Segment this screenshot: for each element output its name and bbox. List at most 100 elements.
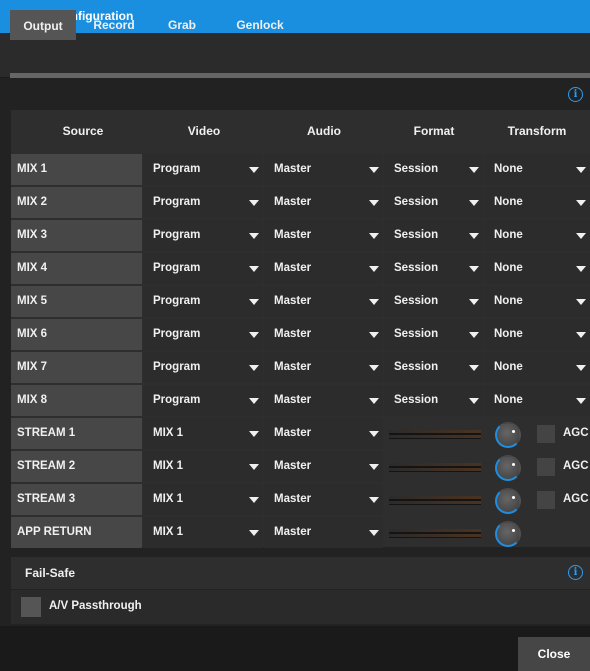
transform-select[interactable]: None	[484, 319, 590, 350]
volume-knob[interactable]	[495, 455, 521, 481]
audio-select[interactable]: Master	[264, 154, 383, 185]
table-row: MIX 6 Program Master Session None	[11, 319, 590, 351]
video-select[interactable]: Program	[143, 352, 263, 383]
agc-label: AGC	[563, 427, 589, 439]
chevron-down-icon	[249, 200, 259, 206]
audio-select[interactable]: Master	[264, 484, 383, 515]
chevron-down-icon	[469, 266, 479, 272]
volume-knob[interactable]	[495, 521, 521, 547]
source-label: MIX 3	[11, 220, 142, 251]
format-select[interactable]: Session	[384, 154, 483, 185]
audio-level-meter	[389, 496, 481, 505]
video-select[interactable]: MIX 1	[143, 517, 263, 548]
source-label: STREAM 1	[11, 418, 142, 449]
format-select[interactable]: Session	[384, 352, 483, 383]
volume-knob[interactable]	[495, 422, 521, 448]
passthrough-label: A/V Passthrough	[49, 600, 142, 612]
column-header-audio: Audio	[307, 124, 341, 138]
transform-select[interactable]: None	[484, 154, 590, 185]
video-select[interactable]: Program	[143, 220, 263, 251]
transform-select[interactable]: None	[484, 187, 590, 218]
audio-select-value: Master	[274, 196, 312, 208]
chevron-down-icon	[249, 167, 259, 173]
audio-select[interactable]: Master	[264, 187, 383, 218]
video-select[interactable]: Program	[143, 154, 263, 185]
format-select-value: Session	[394, 328, 439, 340]
chevron-down-icon	[369, 530, 379, 536]
video-select[interactable]: MIX 1	[143, 484, 263, 515]
video-select-value: Program	[153, 394, 201, 406]
chevron-down-icon	[469, 365, 479, 371]
format-select-value: Session	[394, 229, 439, 241]
format-select-value: Session	[394, 361, 439, 373]
tab-record[interactable]: Record	[88, 13, 140, 37]
chevron-down-icon	[469, 200, 479, 206]
close-button[interactable]: Close	[518, 637, 590, 671]
audio-select-value: Master	[274, 361, 312, 373]
audio-select[interactable]: Master	[264, 220, 383, 251]
video-select-value: MIX 1	[153, 493, 184, 505]
passthrough-row: A/V Passthrough	[11, 590, 590, 624]
chevron-down-icon	[369, 497, 379, 503]
audio-select-value: Master	[274, 262, 312, 274]
volume-knob[interactable]	[495, 488, 521, 514]
transform-select[interactable]: None	[484, 286, 590, 317]
video-select[interactable]: Program	[143, 286, 263, 317]
video-select-value: Program	[153, 328, 201, 340]
passthrough-checkbox[interactable]	[21, 597, 41, 617]
table-row: MIX 5 Program Master Session None	[11, 286, 590, 318]
chevron-down-icon	[469, 167, 479, 173]
tab-output[interactable]: Output	[10, 10, 76, 40]
audio-select[interactable]: Master	[264, 319, 383, 350]
video-select[interactable]: Program	[143, 187, 263, 218]
video-select[interactable]: MIX 1	[143, 418, 263, 449]
audio-select-value: Master	[274, 295, 312, 307]
format-select[interactable]: Session	[384, 187, 483, 218]
audio-select[interactable]: Master	[264, 253, 383, 284]
info-icon[interactable]: i	[568, 87, 583, 102]
format-select-value: Session	[394, 295, 439, 307]
audio-select[interactable]: Master	[264, 286, 383, 317]
failsafe-info-icon[interactable]: i	[568, 565, 583, 580]
audio-select[interactable]: Master	[264, 352, 383, 383]
transform-select[interactable]: None	[484, 385, 590, 416]
transform-select-value: None	[494, 262, 523, 274]
audio-select[interactable]: Master	[264, 385, 383, 416]
video-select[interactable]: Program	[143, 385, 263, 416]
source-label: MIX 5	[11, 286, 142, 317]
format-select[interactable]: Session	[384, 385, 483, 416]
video-select-value: Program	[153, 163, 201, 175]
transform-select[interactable]: None	[484, 220, 590, 251]
agc-checkbox[interactable]	[537, 425, 555, 443]
format-select[interactable]: Session	[384, 319, 483, 350]
video-select-value: MIX 1	[153, 460, 184, 472]
agc-checkbox[interactable]	[537, 491, 555, 509]
chevron-down-icon	[249, 398, 259, 404]
video-select-value: Program	[153, 361, 201, 373]
format-select-value: Session	[394, 196, 439, 208]
meter-bar	[389, 435, 481, 438]
audio-select[interactable]: Master	[264, 418, 383, 449]
video-select[interactable]: MIX 1	[143, 451, 263, 482]
stream-row: STREAM 3 MIX 1 Master AGC	[11, 484, 590, 516]
format-select[interactable]: Session	[384, 253, 483, 284]
audio-select[interactable]: Master	[264, 517, 383, 548]
tab-grab[interactable]: Grab	[162, 13, 202, 37]
video-select[interactable]: Program	[143, 253, 263, 284]
audio-select-value: Master	[274, 493, 312, 505]
audio-select[interactable]: Master	[264, 451, 383, 482]
meter-bar	[389, 468, 481, 471]
audio-level-meter	[389, 463, 481, 472]
chevron-down-icon	[249, 464, 259, 470]
chevron-down-icon	[576, 266, 586, 272]
chevron-down-icon	[369, 299, 379, 305]
format-select[interactable]: Session	[384, 286, 483, 317]
chevron-down-icon	[249, 299, 259, 305]
transform-select[interactable]: None	[484, 253, 590, 284]
chevron-down-icon	[249, 332, 259, 338]
tab-genlock[interactable]: Genlock	[232, 13, 288, 37]
format-select[interactable]: Session	[384, 220, 483, 251]
agc-checkbox[interactable]	[537, 458, 555, 476]
transform-select[interactable]: None	[484, 352, 590, 383]
video-select[interactable]: Program	[143, 319, 263, 350]
